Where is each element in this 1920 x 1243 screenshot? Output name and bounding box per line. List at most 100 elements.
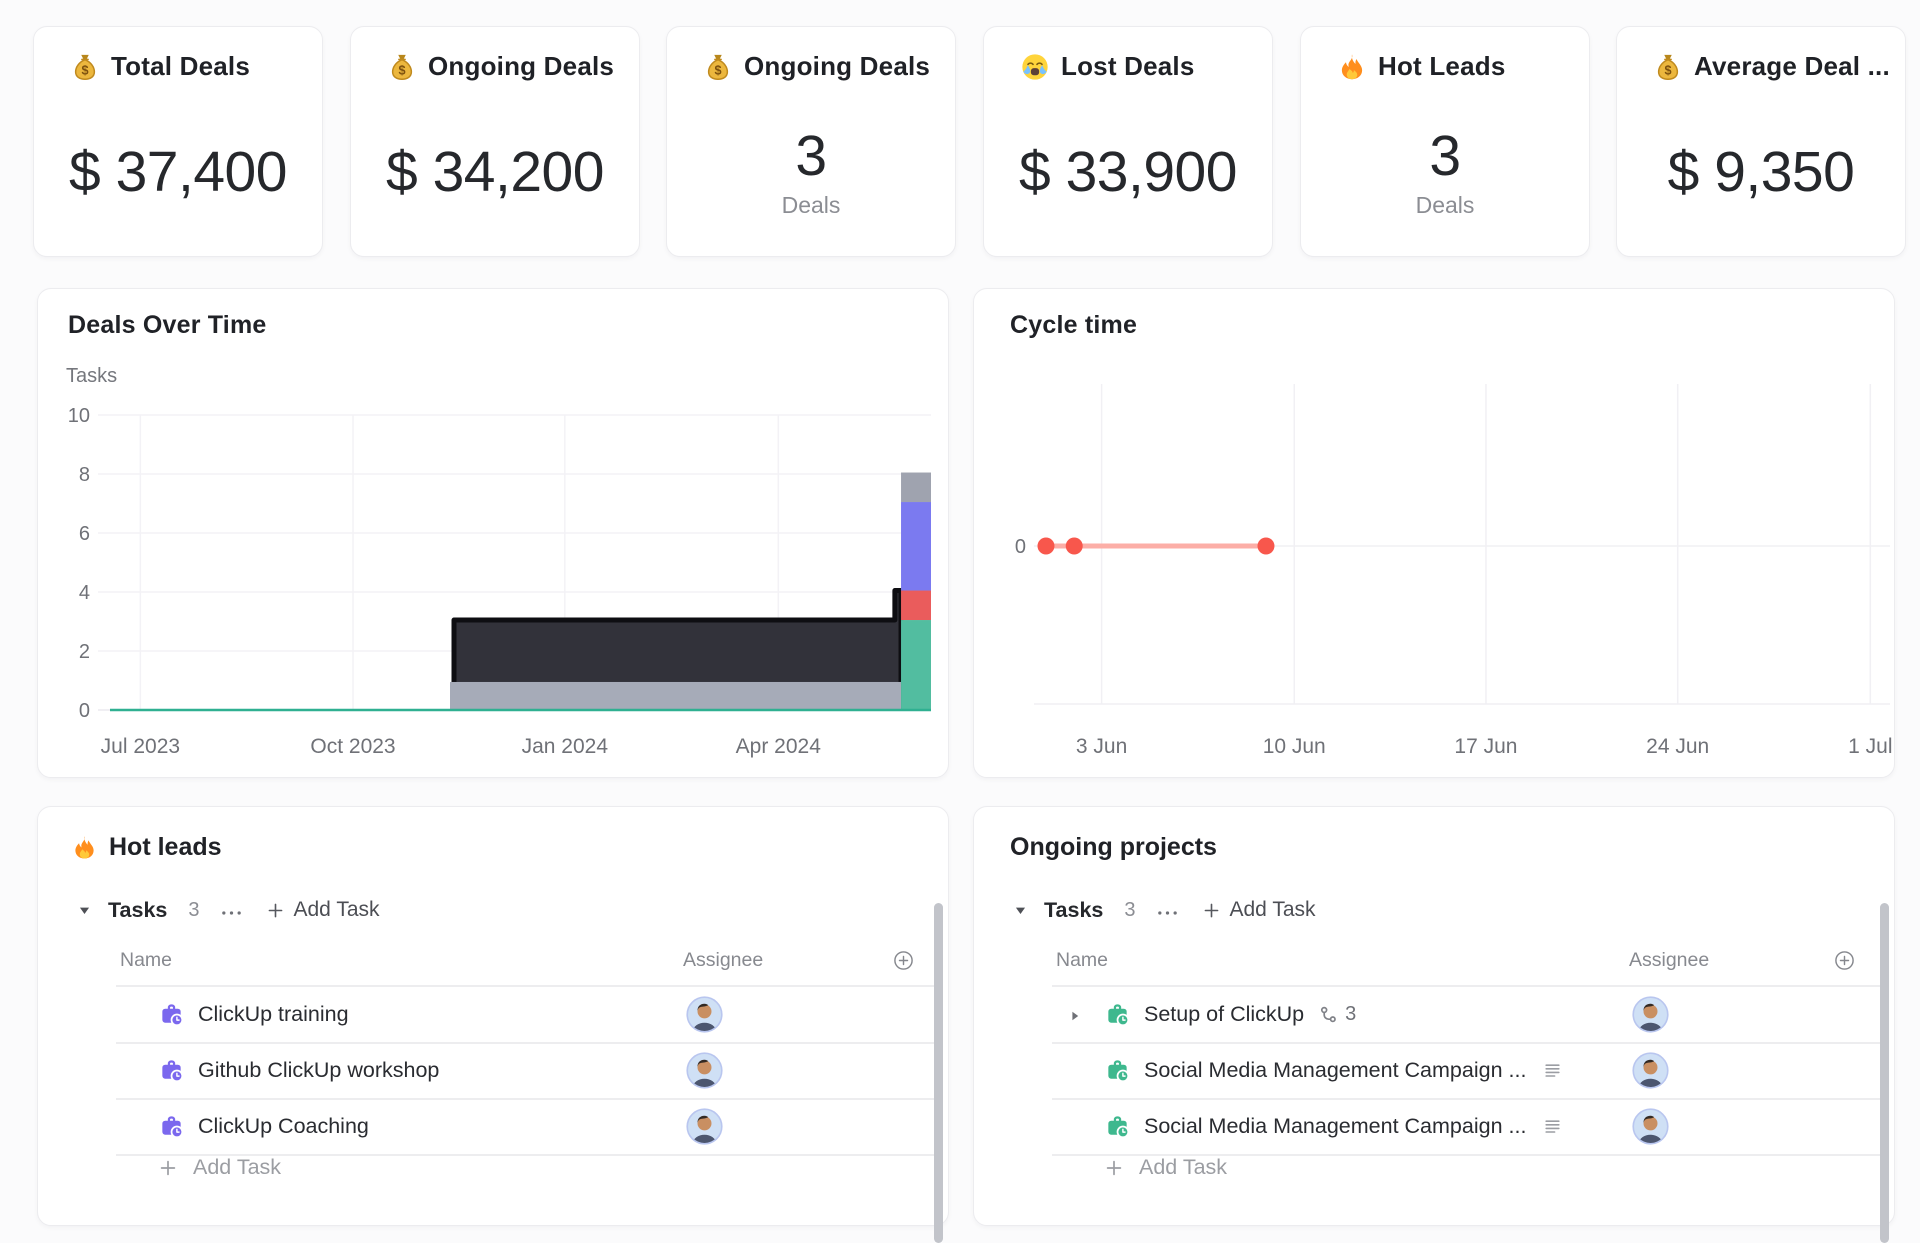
task-name[interactable]: ClickUp Coaching (198, 1114, 369, 1139)
collapse-icon[interactable] (1014, 904, 1027, 917)
add-task-button[interactable]: Add Task (266, 898, 380, 922)
add-task-button[interactable]: Add Task (1202, 898, 1316, 922)
list-title-text: Ongoing projects (1010, 833, 1217, 862)
add-task-label: Add Task (1139, 1155, 1227, 1180)
deals-over-time-chart: 0246810Jul 2023Oct 2023Jan 2024Apr 2024 (38, 289, 948, 777)
column-assignee: Assignee (683, 949, 763, 972)
avatar[interactable] (686, 1052, 723, 1089)
list-title: Hot leads (71, 833, 222, 862)
stat-card-title: Ongoing Deals (744, 51, 930, 82)
task-count: 3 (1124, 899, 1135, 922)
svg-text:$: $ (1664, 63, 1671, 77)
more-options-icon[interactable] (220, 905, 243, 915)
stat-card-total-deals: $Total Deals $ 37,400 (33, 26, 323, 257)
task-row[interactable]: ClickUp training (38, 987, 936, 1042)
add-task-footer-button[interactable]: Add Task (1104, 1155, 1227, 1180)
stat-card-title: Ongoing Deals (428, 51, 614, 82)
plus-icon (1104, 1158, 1124, 1178)
column-assignee: Assignee (1629, 949, 1709, 972)
column-header: Name Assignee (974, 949, 1894, 975)
stat-card-value: 3 (667, 123, 955, 189)
scrollbar[interactable] (934, 903, 943, 1243)
cycle-time-card: Cycle time 03 Jun10 Jun17 Jun24 Jun1 Jul (973, 288, 1895, 778)
expand-icon[interactable] (1069, 1009, 1081, 1021)
list-title-text: Hot leads (109, 833, 222, 862)
task-row[interactable]: Social Media Management Campaign ... (974, 1043, 1882, 1098)
stat-card-title: Hot Leads (1378, 51, 1505, 82)
stat-card-average-deal: $ Average Deal ... $ 9,350 (1616, 26, 1906, 257)
plus-icon (266, 901, 285, 920)
stat-card-value: $ 9,350 (1617, 139, 1905, 205)
task-type-icon[interactable] (158, 1001, 185, 1028)
task-type-icon[interactable] (1104, 1113, 1131, 1140)
stat-card-ongoing-deals-count: $ Ongoing Deals 3 Deals (666, 26, 956, 257)
add-task-footer-button[interactable]: Add Task (158, 1155, 281, 1180)
more-options-icon[interactable] (1156, 905, 1179, 915)
avatar[interactable] (1632, 1108, 1669, 1145)
task-type-icon[interactable] (158, 1057, 185, 1084)
stat-card-hot-leads: Hot Leads 3 Deals (1300, 26, 1590, 257)
svg-text:0: 0 (79, 700, 90, 722)
avatar[interactable] (686, 1108, 723, 1145)
stat-card-value: $ 37,400 (34, 139, 322, 205)
task-type-icon[interactable] (1104, 1057, 1131, 1084)
task-row[interactable]: Setup of ClickUp 3 (974, 987, 1882, 1042)
group-name[interactable]: Tasks (108, 898, 167, 923)
money-bag-icon: $ (387, 52, 417, 82)
stat-card-value: $ 33,900 (984, 139, 1272, 205)
task-type-icon[interactable] (158, 1113, 185, 1140)
svg-text:$: $ (81, 63, 88, 77)
task-name[interactable]: Social Media Management Campaign ... (1144, 1058, 1526, 1083)
description-icon[interactable] (1543, 1117, 1562, 1136)
task-name[interactable]: Social Media Management Campaign ... (1144, 1114, 1526, 1139)
plus-icon (158, 1158, 178, 1178)
avatar[interactable] (686, 996, 723, 1033)
task-row[interactable]: ClickUp Coaching (38, 1099, 936, 1154)
task-row[interactable]: Github ClickUp workshop (38, 1043, 936, 1098)
description-icon[interactable] (1543, 1061, 1562, 1080)
add-column-icon[interactable] (893, 950, 914, 971)
stat-card-value: $ 34,200 (351, 139, 639, 205)
stat-card-title: Lost Deals (1061, 51, 1195, 82)
svg-text:3 Jun: 3 Jun (1076, 735, 1127, 758)
column-header: Name Assignee (38, 949, 948, 975)
task-group-header: Tasks 3 Add Task (78, 895, 380, 925)
collapse-icon[interactable] (78, 904, 91, 917)
stat-card-sublabel: Deals (1301, 192, 1589, 219)
stat-card-sublabel: Deals (667, 192, 955, 219)
fire-icon (71, 834, 98, 861)
stat-card-ongoing-deals-value: $ Ongoing Deals $ 34,200 (350, 26, 640, 257)
svg-text:10 Jun: 10 Jun (1263, 735, 1326, 758)
add-task-label: Add Task (193, 1155, 281, 1180)
task-count: 3 (188, 899, 199, 922)
add-column-icon[interactable] (1834, 950, 1855, 971)
svg-text:24 Jun: 24 Jun (1646, 735, 1709, 758)
deals-over-time-card: Deals Over Time Tasks 0246810Jul 2023Oct… (37, 288, 949, 778)
svg-text:Jul 2023: Jul 2023 (101, 735, 180, 758)
money-bag-icon: $ (1653, 52, 1683, 82)
column-name: Name (1056, 949, 1108, 972)
subtask-icon[interactable] (1319, 1005, 1339, 1025)
task-name[interactable]: Github ClickUp workshop (198, 1058, 439, 1083)
list-title: Ongoing projects (1010, 833, 1217, 862)
fire-icon (1337, 52, 1367, 82)
avatar[interactable] (1632, 996, 1669, 1033)
task-row[interactable]: Social Media Management Campaign ... (974, 1099, 1882, 1154)
avatar[interactable] (1632, 1052, 1669, 1089)
svg-text:0: 0 (1015, 536, 1026, 558)
task-name[interactable]: Setup of ClickUp (1144, 1002, 1304, 1027)
task-name[interactable]: ClickUp training (198, 1002, 349, 1027)
stat-card-title: Average Deal ... (1694, 51, 1890, 82)
hot-leads-card: Hot leads Tasks 3 Add Task Name Assignee… (37, 806, 949, 1226)
plus-icon (1202, 901, 1221, 920)
task-type-icon[interactable] (1104, 1001, 1131, 1028)
svg-text:$: $ (714, 63, 721, 77)
svg-text:10: 10 (68, 405, 90, 427)
task-group-header: Tasks 3 Add Task (1014, 895, 1316, 925)
svg-text:Oct 2023: Oct 2023 (310, 735, 395, 758)
group-name[interactable]: Tasks (1044, 898, 1103, 923)
ongoing-projects-card: Ongoing projects Tasks 3 Add Task Name A… (973, 806, 1895, 1226)
add-task-label: Add Task (1230, 898, 1316, 922)
scrollbar[interactable] (1880, 903, 1889, 1243)
svg-text:6: 6 (79, 523, 90, 545)
